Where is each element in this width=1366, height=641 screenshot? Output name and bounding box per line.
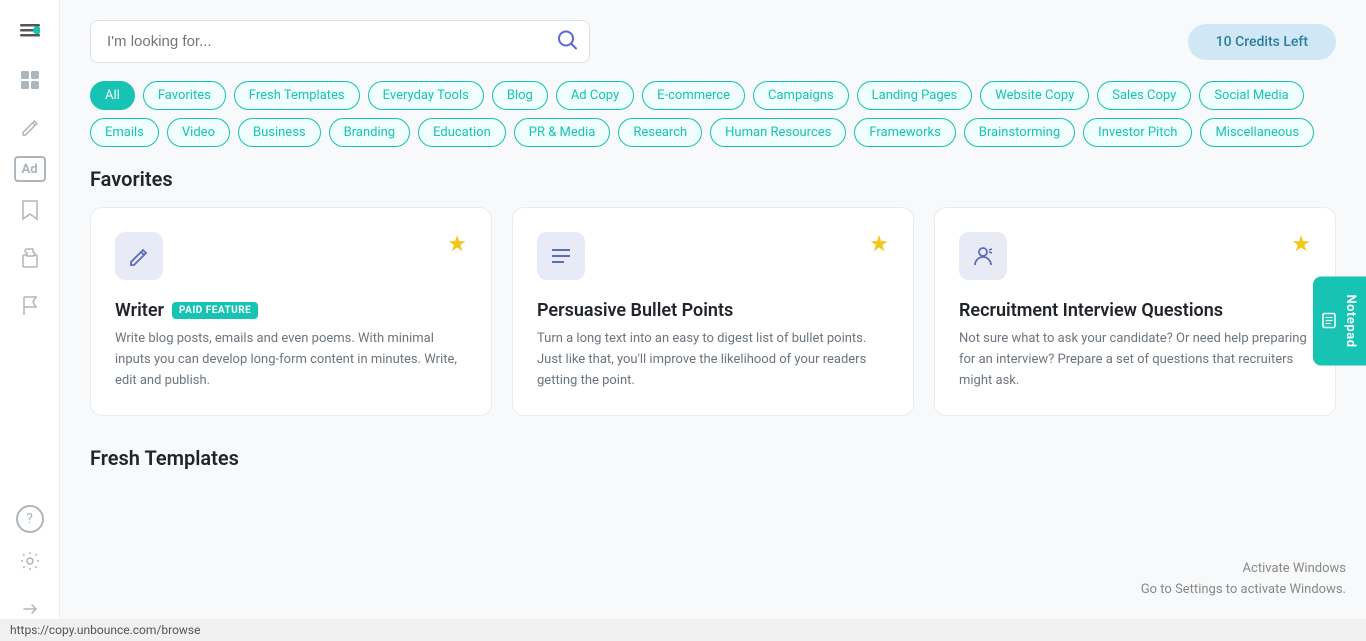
- filter-tag-all[interactable]: All: [90, 81, 135, 110]
- filter-tag-campaigns[interactable]: Campaigns: [753, 81, 849, 110]
- help-icon[interactable]: ?: [16, 505, 44, 533]
- windows-watermark: Activate Windows Go to Settings to activ…: [1141, 559, 1346, 601]
- filter-tag-brainstorming[interactable]: Brainstorming: [964, 118, 1075, 147]
- puzzle-icon[interactable]: [10, 238, 50, 278]
- menu-icon[interactable]: [10, 12, 50, 52]
- notepad-icon: [1321, 313, 1337, 329]
- filter-tag-pr--media[interactable]: PR & Media: [514, 118, 611, 147]
- filter-tag-favorites[interactable]: Favorites: [143, 81, 226, 110]
- sidebar: Ad ?: [0, 0, 60, 641]
- filter-tags: All Favorites Fresh Templates Everyday Tool…: [90, 81, 1336, 147]
- card-description-persuasive-bullet-points: Turn a long text into an easy to digest …: [537, 329, 889, 391]
- watermark-line2: Go to Settings to activate Windows.: [1141, 580, 1346, 601]
- filter-tag-sales-copy[interactable]: Sales Copy: [1097, 81, 1191, 110]
- card-title-recruitment-interview-questions: Recruitment Interview Questions: [959, 300, 1311, 321]
- card-title-persuasive-bullet-points: Persuasive Bullet Points: [537, 300, 889, 321]
- flag-icon[interactable]: [10, 286, 50, 326]
- card-writer[interactable]: ★ Writer PAID FEATURE Write blog posts, …: [90, 207, 492, 416]
- card-icon-persuasive-bullet-points: [537, 232, 585, 280]
- credits-badge: 10 Credits Left: [1188, 24, 1336, 60]
- filter-tag-human-resources[interactable]: Human Resources: [710, 118, 846, 147]
- watermark-line1: Activate Windows: [1141, 559, 1346, 580]
- settings-icon[interactable]: [10, 541, 50, 581]
- paid-badge: PAID FEATURE: [172, 302, 258, 319]
- star-icon-recruitment-interview-questions[interactable]: ★: [1291, 232, 1311, 257]
- filter-tag-branding[interactable]: Branding: [329, 118, 410, 147]
- card-description-writer: Write blog posts, emails and even poems.…: [115, 329, 467, 391]
- card-recruitment-interview-questions[interactable]: ★ Recruitment Interview Questions Not su…: [934, 207, 1336, 416]
- edit-icon[interactable]: [10, 108, 50, 148]
- main-content: 10 Credits Left All Favorites Fresh Templa…: [60, 0, 1366, 641]
- search-bar: 10 Credits Left: [90, 20, 1336, 63]
- filter-tag-website-copy[interactable]: Website Copy: [980, 81, 1089, 110]
- bookmark-icon[interactable]: [10, 190, 50, 230]
- status-bar: https://copy.unbounce.com/browse: [0, 619, 1366, 641]
- filter-tag-education[interactable]: Education: [418, 118, 506, 147]
- notepad-label: Notepad: [1343, 294, 1358, 347]
- status-url: https://copy.unbounce.com/browse: [10, 623, 200, 637]
- filter-tag-everyday-tools[interactable]: Everyday Tools: [368, 81, 484, 110]
- star-icon-persuasive-bullet-points[interactable]: ★: [869, 232, 889, 257]
- card-title-writer: Writer PAID FEATURE: [115, 300, 467, 321]
- favorites-section-title: Favorites: [90, 167, 1336, 191]
- card-persuasive-bullet-points[interactable]: ★ Persuasive Bullet Points Turn a long t…: [512, 207, 914, 416]
- filter-tag-blog[interactable]: Blog: [492, 81, 548, 110]
- filter-tag-fresh-templates[interactable]: Fresh Templates: [234, 81, 360, 110]
- filter-tag-emails[interactable]: Emails: [90, 118, 159, 147]
- ad-icon[interactable]: Ad: [14, 156, 46, 182]
- filter-tag-e-commerce[interactable]: E-commerce: [642, 81, 745, 110]
- card-header: ★: [959, 232, 1311, 280]
- card-icon-recruitment-interview-questions: [959, 232, 1007, 280]
- search-input-wrapper: [90, 20, 590, 63]
- filter-tag-investor-pitch[interactable]: Investor Pitch: [1083, 118, 1192, 147]
- favorites-cards-grid: ★ Writer PAID FEATURE Write blog posts, …: [90, 207, 1336, 416]
- filter-tag-video[interactable]: Video: [167, 118, 230, 147]
- filter-tag-research[interactable]: Research: [618, 118, 702, 147]
- card-header: ★: [115, 232, 467, 280]
- filter-tag-miscellaneous[interactable]: Miscellaneous: [1200, 118, 1314, 147]
- card-icon-writer: [115, 232, 163, 280]
- fresh-templates-section-title: Fresh Templates: [90, 446, 1336, 470]
- card-header: ★: [537, 232, 889, 280]
- search-icon[interactable]: [556, 28, 578, 55]
- search-input[interactable]: [90, 20, 590, 63]
- star-icon-writer[interactable]: ★: [447, 232, 467, 257]
- layers-icon[interactable]: [10, 60, 50, 100]
- filter-tag-frameworks[interactable]: Frameworks: [854, 118, 955, 147]
- card-description-recruitment-interview-questions: Not sure what to ask your candidate? Or …: [959, 329, 1311, 391]
- filter-tag-social-media[interactable]: Social Media: [1199, 81, 1303, 110]
- notepad-button[interactable]: Notepad: [1313, 276, 1366, 365]
- filter-tag-ad-copy[interactable]: Ad Copy: [556, 81, 634, 110]
- filter-tag-business[interactable]: Business: [238, 118, 321, 147]
- filter-tag-landing-pages[interactable]: Landing Pages: [857, 81, 973, 110]
